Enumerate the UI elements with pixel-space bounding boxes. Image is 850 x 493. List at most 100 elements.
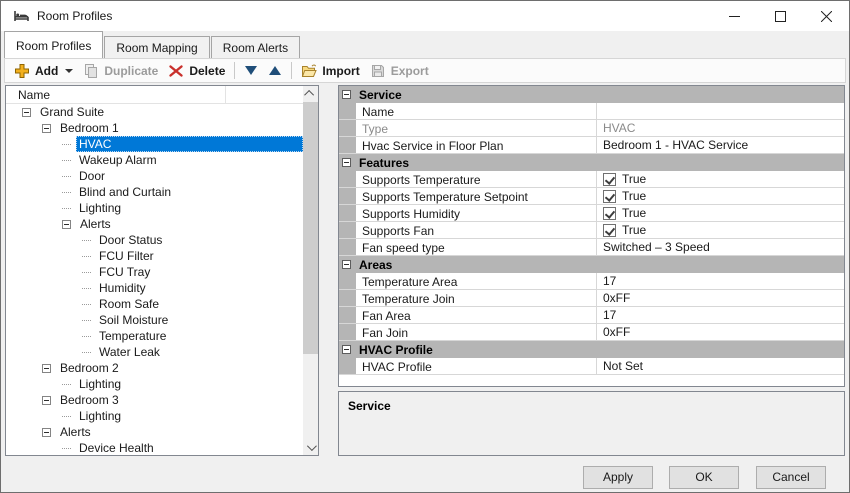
tree-node[interactable]: Soil Moisture [6,312,303,328]
tree-node[interactable]: Water Leak [6,344,303,360]
property-label[interactable]: Hvac Service in Floor Plan [356,137,597,153]
property-value[interactable]: True [597,171,844,187]
checkbox-checked-icon[interactable] [603,224,616,237]
tree-node-label[interactable]: FCU Filter [96,248,157,264]
collapse-minus-icon[interactable] [62,220,71,229]
tree-node-label[interactable]: Door Status [96,232,165,248]
property-category-row[interactable]: Areas [339,256,844,273]
tree-node[interactable]: Alerts [6,216,303,232]
add-button[interactable]: Add [9,61,78,81]
collapse-minus-icon[interactable] [42,428,51,437]
tree-node-label[interactable]: Alerts [77,216,114,232]
tree-node[interactable]: Room Safe [6,296,303,312]
collapse-minus-icon[interactable] [42,396,51,405]
tree-node[interactable]: Bedroom 2 [6,360,303,376]
property-value[interactable]: 17 [597,307,844,323]
tree-node-label[interactable]: Wakeup Alarm [76,152,160,168]
scroll-down-button[interactable] [303,440,318,455]
property-value[interactable]: True [597,188,844,204]
tree-node[interactable]: FCU Filter [6,248,303,264]
property-value[interactable]: True [597,222,844,238]
checkbox-checked-icon[interactable] [603,173,616,186]
move-down-icon[interactable] [245,66,257,75]
checkbox-checked-icon[interactable] [603,207,616,220]
property-category-row[interactable]: Service [339,86,844,103]
property-value[interactable]: True [597,205,844,221]
tab-room-alerts[interactable]: Room Alerts [211,36,300,58]
tree-node-label[interactable]: Alerts [57,424,94,440]
property-value[interactable]: HVAC [597,120,844,136]
collapse-minus-icon[interactable] [22,108,31,117]
tree-node-label[interactable]: Lighting [76,376,124,392]
tree-node[interactable]: Bedroom 1 [6,120,303,136]
tree-node[interactable]: Humidity [6,280,303,296]
property-value[interactable]: 17 [597,273,844,289]
collapse-minus-icon[interactable] [42,124,51,133]
move-up-icon[interactable] [269,66,281,75]
checkbox-checked-icon[interactable] [603,190,616,203]
tree-node[interactable]: FCU Tray [6,264,303,280]
maximize-button[interactable] [757,1,803,31]
tree-node[interactable]: Device Health [6,440,303,455]
tree-node[interactable]: Alerts [6,424,303,440]
tree-column-header[interactable]: Name [6,86,318,104]
property-category-row[interactable]: Features [339,154,844,171]
column-divider[interactable] [225,86,226,103]
property-value[interactable]: Not Set [597,358,844,374]
property-label[interactable]: Supports Fan [356,222,597,238]
tree-node-label[interactable]: Grand Suite [37,104,107,120]
property-value[interactable]: 0xFF [597,290,844,306]
tree-node[interactable]: Bedroom 3 [6,392,303,408]
tree-node-label[interactable]: Temperature [96,328,169,344]
collapse-minus-icon[interactable] [342,345,351,354]
import-button[interactable]: Import [296,61,364,81]
tree-node[interactable]: HVAC [6,136,303,152]
collapse-minus-icon[interactable] [342,158,351,167]
tree-node-label[interactable]: Water Leak [96,344,163,360]
tree-node-label[interactable]: Soil Moisture [96,312,171,328]
tree-node-label[interactable]: Bedroom 1 [57,120,122,136]
property-label[interactable]: Supports Temperature Setpoint [356,188,597,204]
tree-node[interactable]: Door [6,168,303,184]
delete-button[interactable]: Delete [163,61,230,81]
collapse-minus-icon[interactable] [342,90,351,99]
tree-node[interactable]: Door Status [6,232,303,248]
collapse-minus-icon[interactable] [42,364,51,373]
tree-node[interactable]: Grand Suite [6,104,303,120]
tree-node[interactable]: Wakeup Alarm [6,152,303,168]
tree-node-label[interactable]: HVAC [76,136,303,152]
tree-node-label[interactable]: Lighting [76,200,124,216]
scroll-up-button[interactable] [303,86,318,101]
property-value[interactable] [597,103,844,119]
tree-node-label[interactable]: Bedroom 3 [57,392,122,408]
property-value[interactable]: Bedroom 1 - HVAC Service [597,137,844,153]
property-label[interactable]: Fan speed type [356,239,597,255]
tree-node-label[interactable]: Humidity [96,280,149,296]
property-label[interactable]: Fan Join [356,324,597,340]
tree-node-label[interactable]: Device Health [76,440,157,455]
property-label[interactable]: Fan Area [356,307,597,323]
ok-button[interactable]: OK [669,466,739,489]
apply-button[interactable]: Apply [583,466,653,489]
property-value[interactable]: Switched – 3 Speed [597,239,844,255]
minimize-button[interactable] [711,1,757,31]
property-label[interactable]: Name [356,103,597,119]
tree-node-label[interactable]: Lighting [76,408,124,424]
collapse-minus-icon[interactable] [342,260,351,269]
property-label[interactable]: HVAC Profile [356,358,597,374]
tree-node[interactable]: Blind and Curtain [6,184,303,200]
property-label[interactable]: Supports Humidity [356,205,597,221]
tree-scrollbar[interactable] [303,86,318,455]
tree-node-label[interactable]: Room Safe [96,296,162,312]
property-label[interactable]: Temperature Area [356,273,597,289]
tree-node[interactable]: Lighting [6,376,303,392]
property-label[interactable]: Type [356,120,597,136]
tree-node-label[interactable]: Blind and Curtain [76,184,174,200]
tab-room-mapping[interactable]: Room Mapping [104,36,209,58]
tree-node-label[interactable]: Bedroom 2 [57,360,122,376]
property-value[interactable]: 0xFF [597,324,844,340]
tab-room-profiles[interactable]: Room Profiles [4,31,103,58]
property-label[interactable]: Temperature Join [356,290,597,306]
scrollbar-thumb[interactable] [303,102,318,354]
tree-node-label[interactable]: Door [76,168,108,184]
